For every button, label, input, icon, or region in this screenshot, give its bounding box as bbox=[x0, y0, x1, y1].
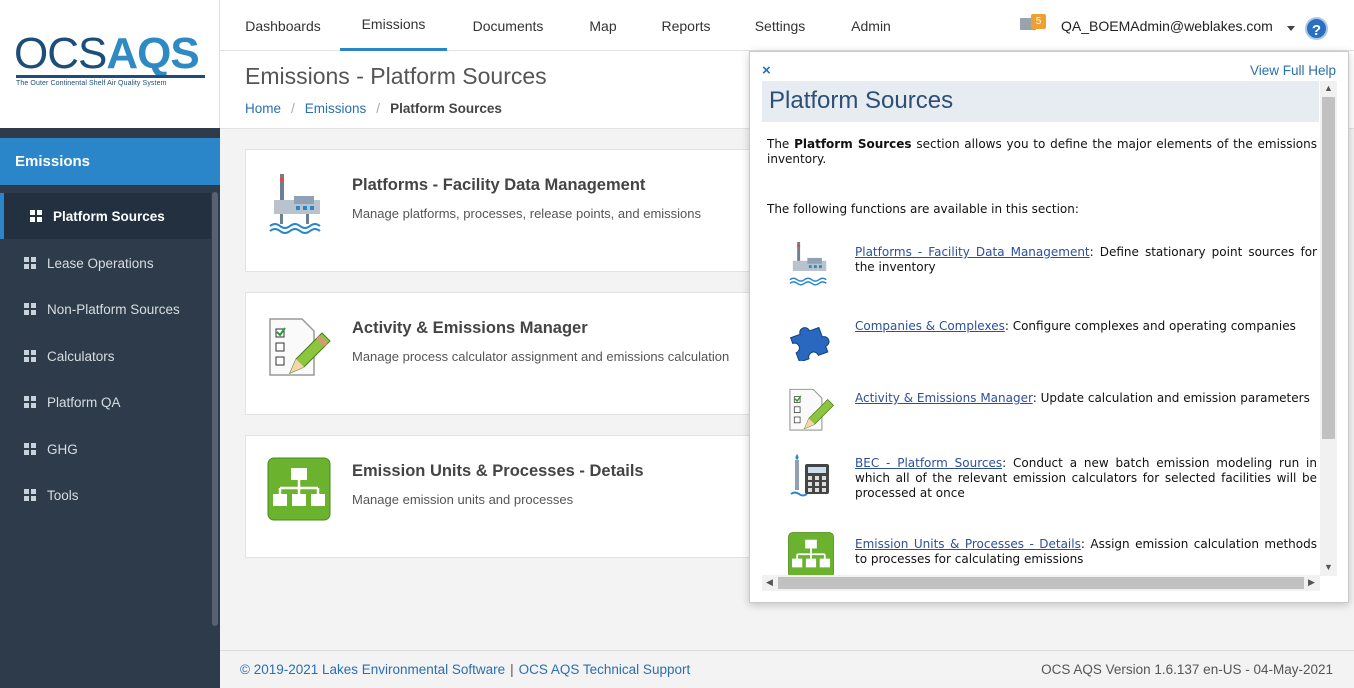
vertical-scrollbar[interactable]: ▲ ▼ bbox=[1320, 81, 1337, 576]
checklist-pencil-icon bbox=[269, 318, 331, 376]
help-link[interactable]: Platforms - Facility Data Management bbox=[855, 245, 1090, 259]
page-title: Emissions - Platform Sources bbox=[245, 63, 547, 89]
scrollbar-thumb[interactable] bbox=[778, 577, 1304, 589]
sidebar-item-platform-sources[interactable]: Platform Sources bbox=[0, 193, 211, 239]
platform-icon bbox=[269, 174, 321, 234]
help-item-text: Activity & Emissions Manager: Update cal… bbox=[855, 391, 1310, 405]
sidebar-item-calculators[interactable]: Calculators bbox=[0, 333, 211, 379]
scroll-up-icon[interactable]: ▲ bbox=[1324, 83, 1333, 93]
help-button[interactable]: ? bbox=[1305, 17, 1328, 40]
puzzle-icon bbox=[790, 326, 830, 361]
breadcrumb-separator: / bbox=[376, 101, 381, 116]
tab-reports[interactable]: Reports bbox=[650, 0, 722, 51]
caret-down-icon[interactable] bbox=[1287, 26, 1295, 31]
breadcrumb-current: Platform Sources bbox=[390, 101, 502, 116]
tab-admin[interactable]: Admin bbox=[840, 0, 902, 51]
copyright-link[interactable]: © 2019-2021 Lakes Environmental Software bbox=[240, 662, 505, 677]
logo-tagline: The Outer Continental Shelf Air Quality … bbox=[16, 80, 167, 87]
help-link[interactable]: Emission Units & Processes - Details bbox=[855, 537, 1081, 551]
sidebar-item-label: Platform QA bbox=[47, 394, 121, 410]
scroll-left-icon[interactable]: ◀ bbox=[766, 577, 773, 588]
grid-icon bbox=[24, 303, 36, 315]
logo[interactable]: OCSAQS The Outer Continental Shelf Air Q… bbox=[0, 0, 220, 128]
card-platforms[interactable]: Platforms - Facility Data Management Man… bbox=[245, 149, 805, 272]
technical-support-link[interactable]: OCS AQS Technical Support bbox=[519, 662, 691, 677]
user-menu[interactable]: QA_BOEMAdmin@weblakes.com bbox=[1061, 18, 1273, 34]
sidebar-item-label: Non-Platform Sources bbox=[47, 301, 180, 317]
tab-dashboards[interactable]: Dashboards bbox=[234, 0, 332, 51]
card-description: Manage process calculator assignment and… bbox=[352, 349, 730, 364]
breadcrumb-separator: / bbox=[291, 101, 295, 116]
help-intro: The Platform Sources section allows you … bbox=[767, 137, 1317, 166]
footer: © 2019-2021 Lakes Environmental Software… bbox=[220, 650, 1354, 688]
help-functions-intro: The following functions are available in… bbox=[767, 202, 1079, 216]
grid-icon bbox=[24, 257, 36, 269]
logo-underline bbox=[16, 75, 205, 78]
footer-separator: | bbox=[510, 662, 514, 677]
grid-icon bbox=[24, 443, 36, 455]
help-item-text: Platforms - Facility Data Management: De… bbox=[855, 245, 1317, 274]
view-full-help-link[interactable]: View Full Help bbox=[1250, 63, 1336, 78]
breadcrumb-home[interactable]: Home bbox=[245, 101, 281, 116]
card-emission-units[interactable]: Emission Units & Processes - Details Man… bbox=[245, 435, 805, 558]
breadcrumb-emissions[interactable]: Emissions bbox=[305, 101, 367, 116]
tab-documents[interactable]: Documents bbox=[460, 0, 556, 51]
version-text: OCS AQS Version 1.6.137 en-US - 04-May-2… bbox=[1041, 662, 1333, 677]
help-item-text: Emission Units & Processes - Details: As… bbox=[855, 537, 1317, 566]
card-title[interactable]: Activity & Emissions Manager bbox=[352, 319, 588, 338]
sidebar-item-label: GHG bbox=[47, 441, 78, 457]
sidebar-section-emissions[interactable]: Emissions bbox=[0, 138, 220, 185]
sidebar-scrollbar[interactable] bbox=[212, 192, 218, 626]
horizontal-scrollbar[interactable]: ◀ ▶ bbox=[762, 575, 1320, 591]
hierarchy-icon bbox=[267, 457, 331, 521]
scroll-down-icon[interactable]: ▼ bbox=[1324, 562, 1333, 572]
help-link[interactable]: BEC - Platform Sources bbox=[855, 456, 1002, 470]
sidebar-item-lease-operations[interactable]: Lease Operations bbox=[0, 240, 211, 286]
sidebar-item-non-platform-sources[interactable]: Non-Platform Sources bbox=[0, 286, 211, 332]
help-link[interactable]: Companies & Complexes bbox=[855, 319, 1005, 333]
tab-settings[interactable]: Settings bbox=[744, 0, 816, 51]
card-description: Manage platforms, processes, release poi… bbox=[352, 206, 702, 221]
breadcrumb: Home / Emissions / Platform Sources bbox=[245, 101, 502, 116]
grid-icon bbox=[24, 489, 36, 501]
help-item-text: Companies & Complexes: Configure complex… bbox=[855, 319, 1296, 333]
calculator-icon bbox=[790, 454, 829, 497]
grid-icon bbox=[24, 350, 36, 362]
card-description: Manage emission units and processes bbox=[352, 492, 574, 507]
card-title[interactable]: Emission Units & Processes - Details bbox=[352, 462, 644, 481]
sidebar-item-label: Platform Sources bbox=[53, 208, 165, 224]
scroll-right-icon[interactable]: ▶ bbox=[1308, 577, 1315, 588]
footer-links: © 2019-2021 Lakes Environmental Software… bbox=[240, 662, 690, 677]
sidebar: OCSAQS The Outer Continental Shelf Air Q… bbox=[0, 0, 220, 688]
scrollbar-thumb[interactable] bbox=[1322, 97, 1335, 439]
checklist-pencil-icon bbox=[789, 388, 835, 431]
sidebar-item-label: Tools bbox=[47, 487, 79, 503]
grid-icon bbox=[30, 210, 42, 222]
grid-icon bbox=[24, 396, 36, 408]
help-heading: Platform Sources bbox=[762, 81, 1319, 122]
hierarchy-icon bbox=[788, 532, 834, 578]
help-panel: × View Full Help Platform Sources The Pl… bbox=[749, 51, 1349, 603]
tab-emissions[interactable]: Emissions bbox=[340, 0, 447, 51]
mail-count-badge: 5 bbox=[1031, 14, 1046, 29]
top-navigation: Dashboards Emissions Documents Map Repor… bbox=[220, 0, 1354, 51]
sidebar-item-label: Lease Operations bbox=[47, 255, 154, 271]
close-icon[interactable]: × bbox=[762, 62, 771, 79]
sidebar-item-platform-qa[interactable]: Platform QA bbox=[0, 379, 211, 425]
platform-icon bbox=[789, 241, 827, 286]
help-link[interactable]: Activity & Emissions Manager bbox=[855, 391, 1033, 405]
sidebar-item-label: Calculators bbox=[47, 348, 115, 364]
card-title[interactable]: Platforms - Facility Data Management bbox=[352, 176, 645, 195]
help-item-text: BEC - Platform Sources: Conduct a new ba… bbox=[855, 456, 1317, 500]
tab-map[interactable]: Map bbox=[576, 0, 630, 51]
logo-wordmark: OCSAQS bbox=[14, 29, 200, 78]
sidebar-item-tools[interactable]: Tools bbox=[0, 472, 211, 518]
sidebar-item-ghg[interactable]: GHG bbox=[0, 426, 211, 472]
card-activity-emissions[interactable]: Activity & Emissions Manager Manage proc… bbox=[245, 292, 805, 415]
help-content[interactable]: Platform Sources The Platform Sources se… bbox=[762, 81, 1337, 591]
